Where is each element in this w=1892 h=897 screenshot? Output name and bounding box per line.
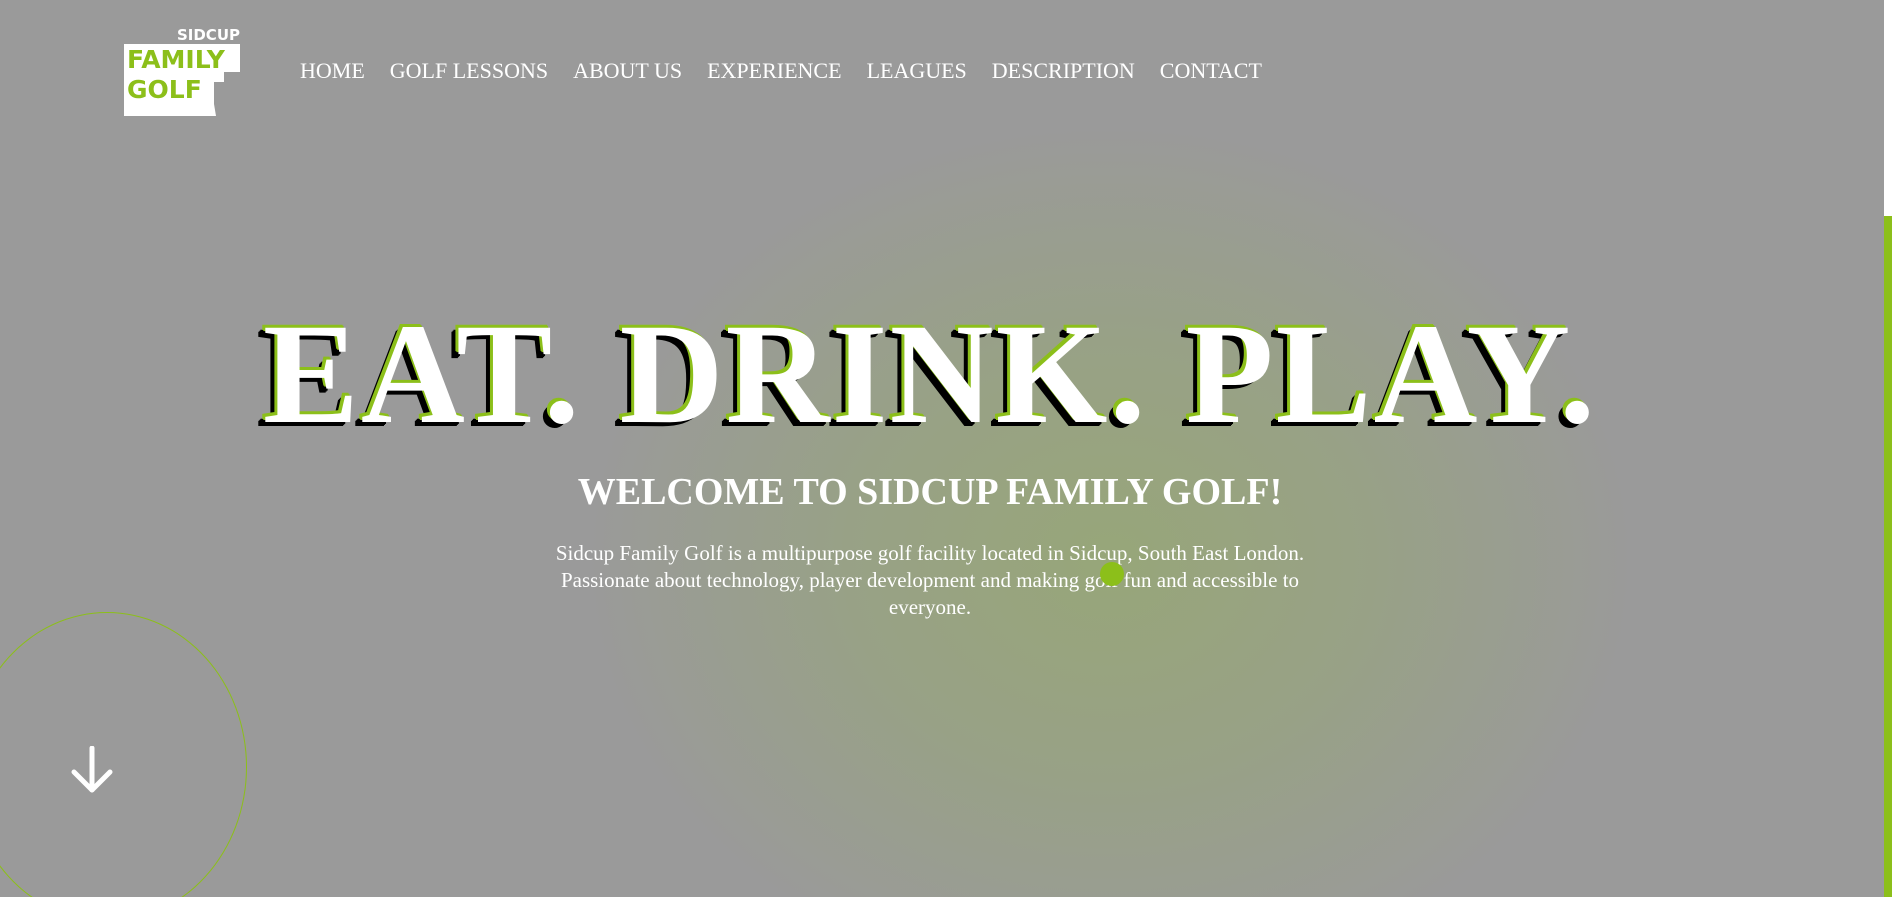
nav-item-contact[interactable]: CONTACT (1160, 58, 1262, 84)
site-logo[interactable]: SIDCUP FAMILY GOLF (124, 28, 240, 116)
nav-item-golf-lessons[interactable]: GOLF LESSONS (390, 58, 548, 84)
page-scrollbar-thumb[interactable] (1884, 0, 1892, 216)
nav-item-home[interactable]: HOME (300, 58, 365, 84)
hero-description: Sidcup Family Golf is a multipurpose gol… (555, 541, 1305, 619)
hero-subtitle: WELCOME TO SIDCUP FAMILY GOLF! (577, 471, 1283, 513)
cursor-dot (1100, 562, 1124, 586)
main-nav: HOME GOLF LESSONS ABOUT US EXPERIENCE LE… (300, 58, 1287, 84)
logo-text-top: SIDCUP (177, 28, 240, 44)
nav-item-about-us[interactable]: ABOUT US (573, 58, 682, 84)
nav-item-experience[interactable]: EXPERIENCE (707, 58, 841, 84)
logo-text-bottom: GOLF (127, 75, 202, 104)
nav-item-leagues[interactable]: LEAGUES (867, 58, 967, 84)
page-scroll-progress (1884, 216, 1892, 897)
nav-item-description[interactable]: DESCRIPTION (992, 58, 1135, 84)
hero-title: EAT. DRINK. PLAY. (262, 295, 1598, 454)
logo-mark: SIDCUP FAMILY GOLF (124, 28, 240, 116)
logo-text-mid: FAMILY (127, 45, 226, 74)
scroll-down-circle (0, 612, 247, 897)
arrow-down-icon[interactable] (70, 745, 114, 794)
